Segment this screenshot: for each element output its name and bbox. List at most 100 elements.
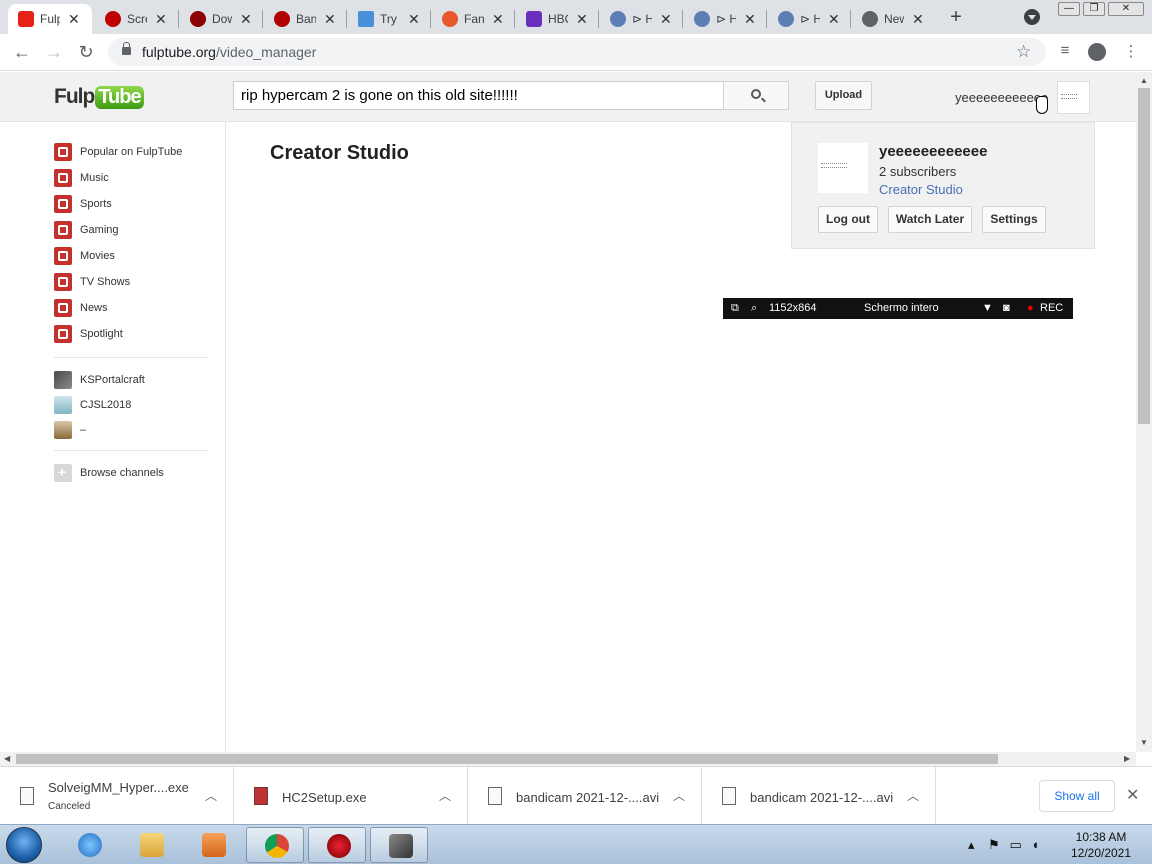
volume-icon[interactable]: ◖ <box>1031 837 1039 852</box>
search-input[interactable] <box>233 81 724 110</box>
close-tab-icon[interactable]: ✕ <box>828 11 840 28</box>
scroll-up-icon[interactable]: ▲ <box>1140 76 1148 85</box>
forward-arrow-icon[interactable]: → <box>44 42 64 62</box>
guide-item-sports[interactable]: Sports <box>54 195 112 213</box>
network-icon[interactable]: ▭ <box>1009 837 1021 852</box>
tab-fulptube[interactable]: Fulp ✕ <box>8 4 92 34</box>
taskbar-bandicam[interactable] <box>308 827 366 863</box>
chrome-menu-icon[interactable]: ⋮ <box>1122 42 1140 60</box>
close-tab-icon[interactable]: ✕ <box>240 11 252 28</box>
guide-item-popular[interactable]: Popular on FulpTube <box>54 143 182 161</box>
settings-button[interactable]: Settings <box>982 206 1046 233</box>
scroll-right-icon[interactable]: ▶ <box>1124 752 1130 766</box>
tray-expand-icon[interactable]: ▴ <box>968 837 975 852</box>
search-button[interactable] <box>723 81 789 110</box>
tab-new-tab[interactable]: New ✕ <box>852 4 936 34</box>
window-mode-icon[interactable]: ⧉ <box>731 302 739 315</box>
taskbar-internet-explorer[interactable] <box>60 827 118 863</box>
recorder-mode[interactable]: Schermo intero <box>864 302 939 314</box>
camera-icon[interactable]: ◙ <box>1003 302 1010 314</box>
tab-download[interactable]: Dow ✕ <box>180 4 264 34</box>
new-tab-button[interactable]: + <box>944 6 968 30</box>
masthead-username[interactable]: yeeeeeeeeeeee <box>955 90 1048 105</box>
chevron-up-icon[interactable]: ︿ <box>439 787 451 804</box>
tab-h-2[interactable]: ⊳ H ✕ <box>684 4 768 34</box>
chevron-up-icon[interactable]: ︿ <box>205 787 217 804</box>
download-item[interactable]: bandicam 2021-12-....avi ︿ <box>468 767 702 825</box>
tab-h-3[interactable]: ⊳ H ✕ <box>768 4 852 34</box>
taskbar-explorer[interactable] <box>122 827 180 863</box>
guide-item-gaming[interactable]: Gaming <box>54 221 119 239</box>
action-center-flag-icon[interactable]: ⚑ <box>988 837 1000 852</box>
guide-item-tv-shows[interactable]: TV Shows <box>54 273 130 291</box>
subscription-label: – <box>80 424 87 436</box>
guide-item-news[interactable]: News <box>54 299 108 317</box>
creator-studio-link[interactable]: Creator Studio <box>879 182 963 197</box>
subscription-dash[interactable]: – <box>54 421 86 439</box>
scroll-thumb[interactable] <box>16 754 998 764</box>
tab-try[interactable]: Try ✕ <box>348 4 432 34</box>
fulptube-logo[interactable]: Fulp Tube <box>54 83 144 111</box>
close-tab-icon[interactable]: ✕ <box>408 11 420 28</box>
subscription-ksportalcraft[interactable]: KSPortalcraft <box>54 371 145 389</box>
tab-h-1[interactable]: ⊳ H ✕ <box>600 4 684 34</box>
guide-item-label: Music <box>80 172 109 184</box>
show-all-downloads-button[interactable]: Show all <box>1039 780 1115 812</box>
scroll-left-icon[interactable]: ◀ <box>4 752 10 766</box>
address-bar[interactable]: fulptube.org/video_manager <box>108 38 1046 66</box>
zoom-icon[interactable]: ⌕ <box>751 302 757 315</box>
reload-icon[interactable]: ↻ <box>76 42 96 62</box>
horizontal-scrollbar[interactable]: ◀ ▶ <box>0 752 1136 766</box>
subscription-cjsl2018[interactable]: CJSL2018 <box>54 396 131 414</box>
guide-item-spotlight[interactable]: Spotlight <box>54 325 123 343</box>
chevron-up-icon[interactable]: ︿ <box>907 787 919 804</box>
tab-screen[interactable]: Scre ✕ <box>95 4 179 34</box>
logo-text-fulp: Fulp <box>54 85 95 108</box>
tab-fandom[interactable]: Fan ✕ <box>432 4 516 34</box>
close-tab-icon[interactable]: ✕ <box>155 11 167 28</box>
download-item[interactable]: SolveigMM_Hyper....exe Canceled ︿ <box>0 767 234 825</box>
close-tab-icon[interactable]: ✕ <box>576 11 588 28</box>
globe-favicon-icon <box>778 11 794 27</box>
close-tab-icon[interactable]: ✕ <box>492 11 504 28</box>
vertical-scrollbar[interactable]: ▲ ▼ <box>1136 72 1152 752</box>
download-item[interactable]: bandicam 2021-12-....avi ︿ <box>702 767 936 825</box>
masthead-avatar[interactable] <box>1057 81 1090 114</box>
tab-hbo[interactable]: HBO ✕ <box>516 4 600 34</box>
search-icon <box>751 89 761 99</box>
profile-avatar-icon[interactable] <box>1088 43 1106 61</box>
guide-item-music[interactable]: Music <box>54 169 109 187</box>
close-tab-icon[interactable]: ✕ <box>744 11 756 28</box>
close-tab-icon[interactable]: ✕ <box>660 11 672 28</box>
restore-button[interactable]: ❐ <box>1083 2 1105 16</box>
chevron-up-icon[interactable]: ︿ <box>673 787 685 804</box>
close-icon[interactable]: ✕ <box>1126 785 1139 805</box>
close-tab-icon[interactable]: ✕ <box>912 11 924 28</box>
taskbar-chrome[interactable] <box>246 827 304 863</box>
scroll-thumb[interactable] <box>1138 88 1150 424</box>
dropdown-arrow-icon[interactable]: ▼ <box>982 302 993 314</box>
rec-button[interactable]: REC <box>1040 302 1063 314</box>
watch-later-button[interactable]: Watch Later <box>888 206 972 233</box>
upload-button[interactable]: Upload <box>815 81 872 110</box>
guide-item-movies[interactable]: Movies <box>54 247 115 265</box>
recorder-resolution: 1152x864 <box>769 302 817 314</box>
start-button[interactable] <box>6 827 42 863</box>
taskbar-clock[interactable]: 10:38 AM 12/20/2021 <box>1068 829 1134 861</box>
close-tab-icon[interactable]: ✕ <box>68 11 80 28</box>
back-arrow-icon[interactable]: ← <box>12 42 32 62</box>
taskbar-media-player[interactable] <box>184 827 242 863</box>
minimize-button[interactable]: — <box>1058 2 1080 16</box>
tab-search-icon[interactable] <box>1024 9 1040 25</box>
close-window-button[interactable]: ✕ <box>1108 2 1144 16</box>
tab-bandicam[interactable]: Ban ✕ <box>264 4 348 34</box>
scroll-down-icon[interactable]: ▼ <box>1140 738 1148 747</box>
log-out-button[interactable]: Log out <box>818 206 878 233</box>
download-item[interactable]: HC2Setup.exe ︿ <box>234 767 468 825</box>
account-avatar[interactable] <box>818 143 868 193</box>
guide-browse-channels[interactable]: Browse channels <box>54 464 164 482</box>
close-tab-icon[interactable]: ✕ <box>324 11 336 28</box>
media-playlist-icon[interactable]: ≡ <box>1056 42 1074 60</box>
taskbar-hypercam[interactable] <box>370 827 428 863</box>
bookmark-star-icon[interactable]: ☆ <box>1016 42 1031 62</box>
